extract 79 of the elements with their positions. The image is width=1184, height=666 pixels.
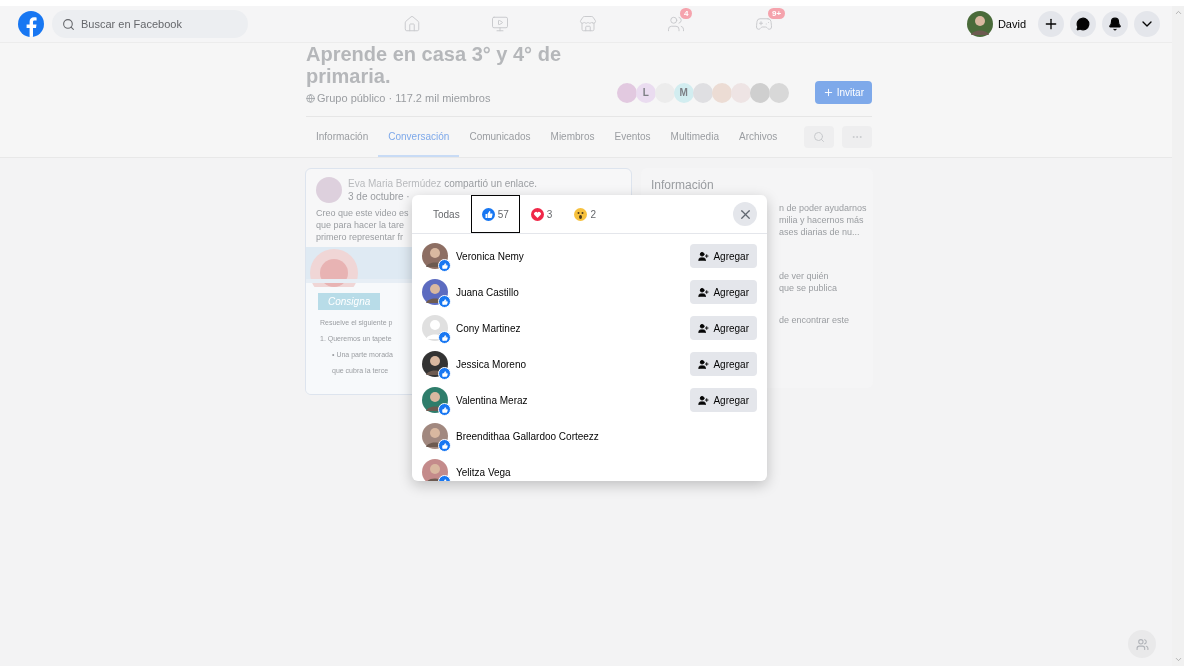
reaction-tab[interactable]: 3 bbox=[519, 195, 564, 233]
add-friend-button[interactable]: Agregar bbox=[690, 352, 757, 376]
groups-icon[interactable] bbox=[667, 15, 685, 33]
notification-badge: 4 bbox=[680, 8, 693, 19]
person-name[interactable]: Yelitza Vega bbox=[456, 466, 511, 478]
gaming-icon[interactable] bbox=[755, 15, 773, 33]
globe-icon bbox=[306, 93, 315, 103]
post-author: Eva Maria Bermúdez compartió un enlace. bbox=[348, 178, 537, 189]
post-text: que para hacer la tare bbox=[316, 219, 405, 231]
person-name[interactable]: Veronica Nemy bbox=[456, 250, 524, 262]
bell-icon bbox=[1108, 17, 1122, 31]
member-avatar[interactable] bbox=[749, 82, 770, 103]
avatar bbox=[422, 459, 448, 481]
group-info: Grupo público · 117.2 mil miembros bbox=[317, 92, 491, 104]
logo-icon[interactable] bbox=[18, 11, 44, 37]
store-icon[interactable] bbox=[579, 15, 597, 33]
add-person-icon bbox=[698, 322, 710, 334]
person-name[interactable]: Jessica Moreno bbox=[456, 358, 527, 370]
group-title: Aprende en casa 3° y 4° de primaria. bbox=[306, 43, 562, 87]
chat-bubble-icon bbox=[1076, 17, 1090, 31]
notification-badge: 9+ bbox=[768, 8, 786, 19]
info-title: Información bbox=[651, 178, 715, 192]
like-icon bbox=[481, 207, 495, 221]
search-field[interactable]: Buscar en Facebook bbox=[52, 10, 248, 38]
search-button[interactable] bbox=[804, 126, 834, 148]
member-avatar[interactable] bbox=[711, 82, 732, 103]
search-icon bbox=[813, 131, 825, 143]
post-date: 3 de octubre · bbox=[348, 191, 410, 202]
create-button[interactable] bbox=[1038, 11, 1064, 37]
member-avatar[interactable] bbox=[616, 82, 637, 103]
reaction-tab[interactable]: 57 bbox=[470, 195, 520, 233]
scroll-up-icon[interactable] bbox=[1173, 8, 1183, 17]
post-text: primero representar fr bbox=[316, 231, 404, 243]
person-name[interactable]: Juana Castillo bbox=[456, 286, 519, 298]
reaction-tab[interactable]: Todas bbox=[422, 195, 471, 233]
add-person-icon bbox=[698, 250, 710, 262]
member-avatar[interactable]: L bbox=[635, 82, 656, 103]
contacts-button[interactable] bbox=[1128, 630, 1156, 658]
add-friend-button[interactable]: Agregar bbox=[690, 316, 757, 340]
menu-button[interactable] bbox=[1134, 11, 1160, 37]
add-friend-button[interactable]: Agregar bbox=[690, 388, 757, 412]
messenger-button[interactable] bbox=[1070, 11, 1096, 37]
member-avatar[interactable] bbox=[730, 82, 751, 103]
surprised-face-icon bbox=[574, 207, 588, 221]
profile-link[interactable]: David bbox=[966, 11, 1026, 37]
person-name[interactable]: Breendithaa Gallardoo Corteezz bbox=[456, 430, 599, 442]
avatar bbox=[966, 11, 993, 37]
search-icon bbox=[62, 17, 75, 31]
info-text: de ver quién bbox=[779, 270, 829, 282]
home-icon[interactable] bbox=[403, 15, 421, 33]
info-text: que se publica bbox=[779, 282, 838, 294]
scroll-bar[interactable] bbox=[1172, 6, 1184, 666]
author-avatar bbox=[316, 177, 342, 203]
scroll-down-icon[interactable] bbox=[1173, 655, 1183, 664]
add-person-icon bbox=[698, 358, 710, 370]
info-text: n de poder ayudarnos bbox=[779, 202, 867, 214]
notifications-button[interactable] bbox=[1102, 11, 1128, 37]
info-text: ases diarias de nu... bbox=[779, 226, 860, 238]
info-text: de encontrar este bbox=[779, 314, 850, 326]
video-icon[interactable] bbox=[491, 15, 509, 33]
image-heading: Consigna bbox=[318, 293, 381, 310]
people-icon bbox=[1135, 637, 1149, 651]
more-button[interactable] bbox=[842, 126, 872, 148]
reaction-tab[interactable]: 2 bbox=[563, 195, 607, 233]
add-person-icon bbox=[698, 394, 710, 406]
member-avatar[interactable] bbox=[692, 82, 713, 103]
plus-icon bbox=[1043, 16, 1059, 32]
add-person-icon bbox=[698, 286, 710, 298]
member-avatar[interactable] bbox=[654, 82, 675, 103]
close-button[interactable] bbox=[733, 202, 757, 226]
member-avatar[interactable]: M bbox=[673, 82, 694, 103]
info-text: milia y hacernos más bbox=[779, 214, 864, 226]
plus-icon bbox=[822, 87, 834, 98]
member-avatar[interactable] bbox=[768, 82, 789, 103]
person-name[interactable]: Valentina Meraz bbox=[456, 394, 528, 406]
add-friend-button[interactable]: Agregar bbox=[690, 244, 757, 268]
post-text: Creo que este video es bbox=[316, 207, 409, 219]
add-friend-button[interactable]: Agregar bbox=[690, 280, 757, 304]
person-name[interactable]: Cony Martinez bbox=[456, 322, 521, 334]
